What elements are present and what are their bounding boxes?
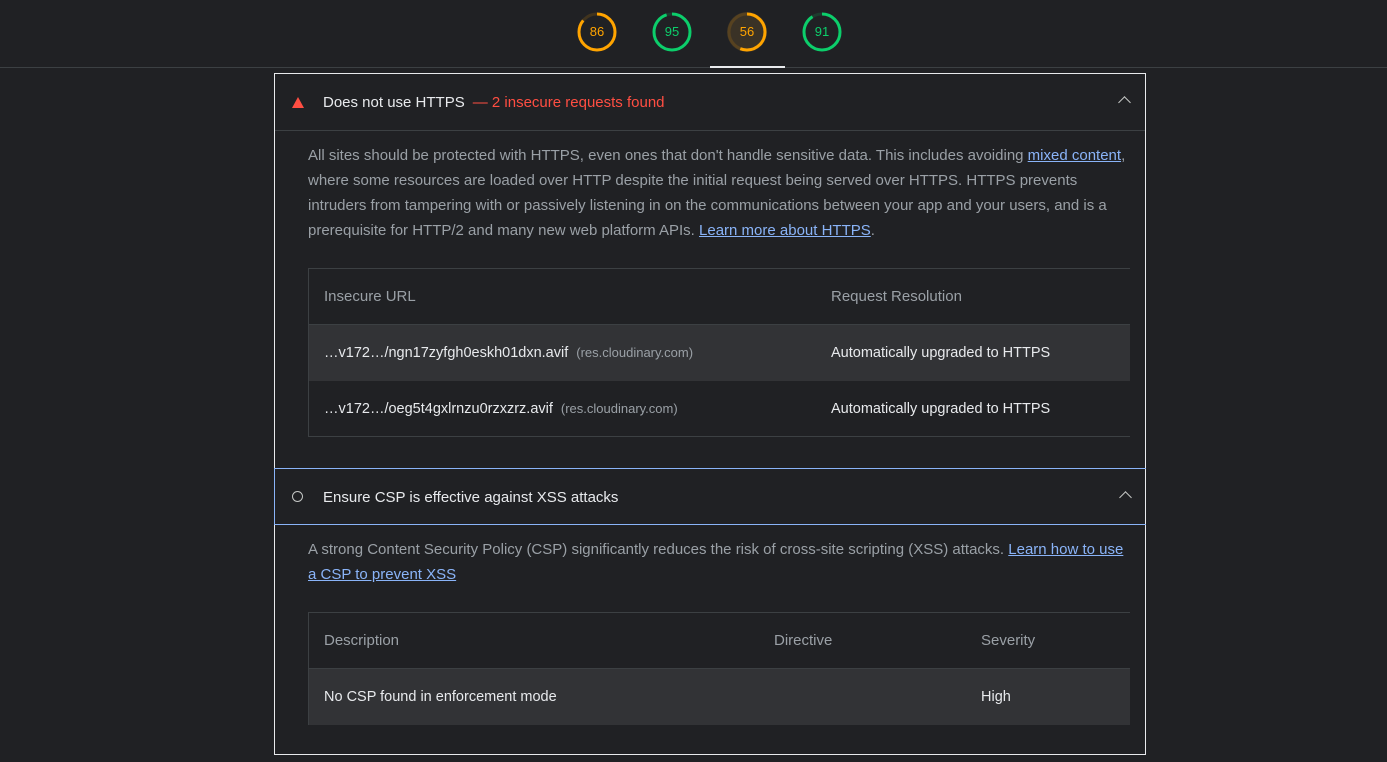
chevron-up-icon[interactable] — [1118, 96, 1131, 109]
description-text: . — [870, 222, 875, 239]
active-tab-indicator — [710, 66, 785, 68]
url-text: …v172…/ngn17zyfgh0eskh01dxn.avif — [324, 345, 569, 361]
url-host: (res.cloudinary.com) — [560, 401, 678, 416]
description-text: A strong Content Security Policy (CSP) s… — [308, 541, 1009, 558]
severity-cell: High — [981, 689, 1011, 705]
gauge-score: 86 — [589, 24, 605, 39]
audits-panel: Does not use HTTPS — 2 insecure requests … — [274, 73, 1146, 755]
resolution-cell: Automatically upgraded to HTTPS — [831, 345, 1051, 361]
informative-circle-icon — [292, 491, 303, 502]
gauge-score: 56 — [739, 24, 755, 39]
column-header-request-resolution: Request Resolution — [831, 288, 962, 305]
column-header-description: Description — [324, 632, 400, 649]
resolution-cell: Automatically upgraded to HTTPS — [831, 401, 1051, 417]
learn-more-https-link[interactable]: Learn more about HTTPS — [699, 222, 871, 239]
column-header-severity: Severity — [981, 632, 1036, 649]
description-cell: No CSP found in enforcement mode — [324, 689, 557, 705]
description-text: All sites should be protected with HTTPS… — [308, 147, 1028, 164]
audit-https-header[interactable]: Does not use HTTPS — 2 insecure requests … — [275, 74, 1145, 131]
table-row: …v172…/oeg5t4gxlrnzu0rzxzrz.avif (res.clo… — [309, 381, 1130, 437]
score-gauge-seo[interactable]: 91 — [802, 12, 842, 52]
chevron-up-icon[interactable] — [1119, 491, 1132, 504]
audit-title: Does not use HTTPS — 2 insecure requests … — [323, 94, 665, 111]
column-header-directive: Directive — [774, 632, 833, 649]
gauge-score: 95 — [664, 24, 680, 39]
table-row: No CSP found in enforcement mode High — [309, 669, 1130, 725]
url-host: (res.cloudinary.com) — [576, 345, 694, 360]
audit-title-text: Does not use HTTPS — [323, 94, 465, 111]
audit-csp-header[interactable]: Ensure CSP is effective against XSS atta… — [274, 468, 1146, 525]
url-text: …v172…/oeg5t4gxlrnzu0rzxzrz.avif — [324, 401, 553, 417]
score-gauge-performance[interactable]: 86 — [577, 12, 617, 52]
insecure-requests-table: Insecure URL Request Resolution …v172…/n… — [308, 268, 1130, 437]
table-header-row: Description Directive Severity — [309, 613, 1130, 669]
csp-findings-table: Description Directive Severity No CSP fo… — [308, 612, 1130, 725]
table-row: …v172…/ngn17zyfgh0eskh01dxn.avif (res.clo… — [309, 325, 1130, 381]
mixed-content-link[interactable]: mixed content — [1028, 147, 1121, 164]
fail-triangle-icon — [292, 97, 304, 108]
score-gauge-accessibility[interactable]: 95 — [652, 12, 692, 52]
audit-csp-description: A strong Content Security Policy (CSP) s… — [308, 537, 1128, 587]
category-score-bar: 86 95 56 91 — [0, 0, 1387, 68]
column-header-insecure-url: Insecure URL — [324, 288, 416, 305]
audit-display-value: — 2 insecure requests found — [472, 94, 665, 111]
audit-title-text: Ensure CSP is effective against XSS atta… — [323, 489, 619, 506]
score-gauge-best-practices[interactable]: 56 — [727, 12, 767, 52]
audit-https-description: All sites should be protected with HTTPS… — [308, 143, 1128, 243]
table-header-row: Insecure URL Request Resolution — [309, 269, 1130, 325]
insecure-url-cell[interactable]: …v172…/oeg5t4gxlrnzu0rzxzrz.avif (res.clo… — [324, 401, 678, 417]
insecure-url-cell[interactable]: …v172…/ngn17zyfgh0eskh01dxn.avif (res.clo… — [324, 345, 693, 361]
gauge-score: 91 — [814, 24, 830, 39]
